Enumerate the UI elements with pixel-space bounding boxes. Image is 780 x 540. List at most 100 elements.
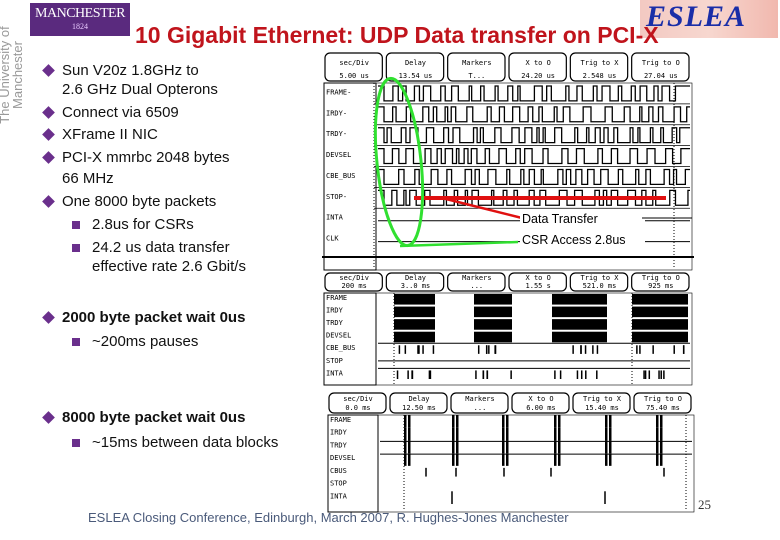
scope-readout-label: X to O [526, 274, 551, 282]
channel-label: STOP [326, 357, 343, 365]
channel-label: CBE_BUS [326, 172, 356, 180]
channel-label: STOP [330, 480, 347, 488]
scope-readout-label: Delay [405, 274, 426, 282]
square-bullet-icon [72, 338, 80, 346]
scope-readout-value: 3..0 ms [401, 282, 431, 290]
dense-activity-block [632, 294, 688, 305]
burst-pulse [656, 415, 659, 428]
diamond-bullet-icon [42, 128, 55, 141]
burst-pulse [554, 427, 557, 441]
bullet-text: 66 MHz [62, 170, 114, 187]
scope-readout-label: X to O [528, 395, 553, 403]
scope-readout-value: ... [471, 282, 484, 290]
footer: ESLEA Closing Conference, Edinburgh, Mar… [88, 510, 569, 525]
channel-label: FRAME [326, 294, 347, 302]
bullet-text: 2.6 GHz Dual Opterons [62, 81, 218, 98]
signal-trace [378, 168, 690, 186]
burst-pulse [506, 415, 509, 428]
bullet-text: One 8000 byte packets [62, 193, 217, 210]
scope-readout-label: Trig to O [642, 59, 680, 67]
manchester-logo: MANCHESTER 1824 [30, 3, 130, 36]
burst-pulse [456, 427, 459, 441]
burst-pulse [452, 453, 455, 466]
scope-readout-label: Markers [462, 59, 492, 67]
scope-readout-value: 521.0 ms [583, 282, 617, 290]
dense-activity-block [552, 294, 607, 305]
channel-label: FRAME [330, 416, 351, 424]
burst-pulse [506, 427, 509, 441]
burst-pulse [506, 453, 509, 466]
channel-label: IRDY- [326, 109, 347, 117]
burst-pulse [452, 415, 455, 428]
dense-activity-block [474, 319, 512, 330]
square-bullet-icon [72, 439, 80, 447]
scope-readout-label: Trig to O [644, 395, 682, 403]
burst-pulse [558, 453, 561, 466]
burst-pulse [408, 427, 411, 441]
scope-readout-value: 13.54 us [399, 72, 433, 80]
dense-activity-block [394, 319, 435, 330]
dense-activity-block [474, 306, 512, 318]
scope-readout-label: sec/Div [339, 274, 369, 282]
dense-activity-block [474, 331, 512, 343]
scope-readout-value: 2.548 us [583, 72, 617, 80]
burst-pulse [656, 440, 659, 454]
data-transfer-label: Data Transfer [522, 212, 598, 226]
channel-label: INTA [330, 492, 348, 500]
bullet-text: 24.2 us data transfer [92, 239, 230, 256]
square-bullet-icon [72, 221, 80, 229]
scope-readout-value: 925 ms [648, 282, 673, 290]
scope-readout-value: 200 ms [342, 282, 367, 290]
burst-pulse [452, 427, 455, 441]
burst-pulse [502, 453, 505, 466]
burst-pulse [609, 427, 612, 441]
channel-label: TRDY- [326, 130, 347, 138]
scope-readout-value: ... [474, 404, 487, 412]
burst-pulse [408, 440, 411, 454]
burst-pulse [554, 440, 557, 454]
scope-readout-value: 0.0 ms [345, 404, 370, 412]
burst-pulse [456, 453, 459, 466]
scope-readout-value: T... [468, 72, 485, 80]
scope-readout-value: 24.20 us [521, 72, 555, 80]
channel-label: TRDY [326, 319, 344, 327]
diamond-bullet-icon [42, 64, 55, 77]
burst-pulse [404, 427, 407, 441]
burst-pulse [605, 415, 608, 428]
scope-readout-value: 5.00 us [339, 72, 369, 80]
bullet-text: XFrame II NIC [62, 126, 158, 143]
dense-activity-block [394, 306, 435, 318]
scope-readout-label: Delay [405, 59, 426, 67]
bullet-text: Connect via 6509 [62, 104, 179, 121]
burst-pulse [660, 427, 663, 441]
slide-title: 10 Gigabit Ethernet: UDP Data transfer o… [135, 22, 659, 48]
signal-trace [378, 127, 690, 144]
scope-readout-label: Trig to X [581, 59, 620, 67]
channel-label: TRDY [330, 441, 348, 449]
bullet-text: PCI-X mmrbc 2048 bytes [62, 149, 230, 166]
channel-label: DEVSEL [326, 151, 351, 159]
channel-label: STOP- [326, 193, 347, 201]
eslea-logo: ESLEA [640, 0, 778, 38]
burst-pulse [558, 415, 561, 428]
channel-label: IRDY [326, 306, 344, 314]
diamond-bullet-icon [42, 411, 55, 424]
channel-label: DEVSEL [326, 332, 351, 340]
burst-pulse [554, 453, 557, 466]
signal-trace [378, 85, 690, 102]
scope-readout-label: Markers [462, 274, 492, 282]
burst-pulse [506, 440, 509, 454]
channel-label: CLK [326, 235, 339, 243]
channel-label: IRDY [330, 429, 348, 437]
scope-readout-value: 27.04 us [644, 72, 678, 80]
diamond-bullet-icon [42, 151, 55, 164]
diamond-bullet-icon [42, 106, 55, 119]
dense-activity-block [632, 331, 688, 343]
scope-readout-value: 12.50 ms [402, 404, 436, 412]
burst-pulse [408, 453, 411, 466]
burst-pulse [558, 427, 561, 441]
dense-activity-block [474, 294, 512, 305]
burst-pulse [660, 440, 663, 454]
burst-pulse [452, 440, 455, 454]
signal-trace [378, 106, 690, 123]
